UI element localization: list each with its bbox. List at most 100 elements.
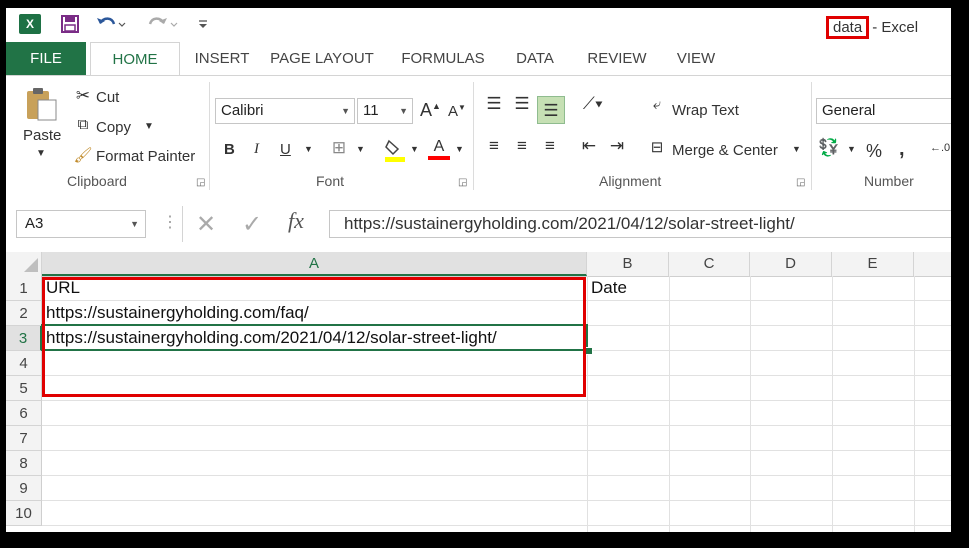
accounting-dropdown-icon[interactable]: ▼ [847,144,856,154]
orientation-icon[interactable]: ⟋▾ [578,94,608,114]
redo-icon[interactable] [146,12,180,36]
font-color-letter: A [433,138,445,155]
borders-dropdown-icon[interactable]: ▼ [356,144,365,154]
alignment-launcher-icon[interactable]: ◲ [796,177,805,188]
grow-font-button[interactable]: A▲ [420,100,441,121]
row-header[interactable]: 4 [6,351,42,376]
tab-view[interactable]: VIEW [672,42,720,76]
customize-toolbar-icon[interactable] [196,12,210,36]
row-header-selected[interactable]: 3 [6,326,42,351]
copy-dropdown-icon[interactable]: ▼ [144,121,154,132]
font-color-dropdown-icon[interactable]: ▼ [455,144,464,154]
font-group-label: Font [316,173,345,189]
tab-data[interactable]: DATA [513,42,557,76]
merge-center-icon[interactable]: ⊟ [646,138,668,156]
tab-file[interactable]: FILE [6,42,86,76]
paste-icon[interactable] [24,86,58,127]
shrink-font-button[interactable]: A▼ [448,103,466,120]
row-header[interactable]: 6 [6,401,42,426]
font-color-icon[interactable]: A [428,138,450,160]
row-header[interactable]: 8 [6,451,42,476]
grid-line [914,276,915,532]
grid-line [42,500,951,501]
font-size-select[interactable]: 11 ▼ [357,98,413,124]
paste-button[interactable]: Paste [23,127,61,144]
row-header[interactable]: 2 [6,301,42,326]
align-bottom-icon[interactable]: ☰ [537,96,565,124]
row-header[interactable]: 10 [6,501,42,526]
font-size-value: 11 [363,102,379,119]
select-all-corner[interactable] [6,252,42,276]
number-format-select[interactable]: General [816,98,951,124]
align-center-icon[interactable]: ≡ [511,136,533,156]
number-format-value: General [822,102,876,119]
copy-button[interactable]: Copy [96,119,131,136]
tab-insert[interactable]: INSERT [187,42,257,76]
ribbon-separator [811,82,812,190]
bold-button[interactable]: B [224,141,235,158]
merge-dropdown-icon[interactable]: ▼ [792,144,801,154]
row-header[interactable]: 1 [6,276,42,301]
wrap-text-button[interactable]: Wrap Text [672,102,739,119]
name-box-value: A3 [25,215,44,232]
column-header-e[interactable]: E [832,252,914,276]
row-header[interactable]: 5 [6,376,42,401]
format-painter-button[interactable]: Format Painter [96,148,195,165]
cell-b1[interactable]: Date [591,275,627,300]
copy-icon[interactable]: ⧉ [72,116,94,133]
cut-button[interactable]: Cut [96,89,119,106]
align-left-icon[interactable]: ≡ [483,136,505,156]
excel-window: X data - Excel FILE HOME INSERT PAGE LAY… [6,8,951,532]
tab-page-layout[interactable]: PAGE LAYOUT [269,42,375,76]
document-name: data [826,16,870,39]
format-painter-icon[interactable]: 🖌 [72,146,94,164]
column-header-f[interactable] [914,252,951,276]
alignment-group-label: Alignment [599,173,662,189]
borders-icon[interactable]: ⊞ [328,138,350,158]
cancel-icon[interactable]: ✕ [196,210,216,239]
underline-dropdown-icon[interactable]: ▼ [304,144,313,154]
comma-style-button[interactable]: , [899,138,905,161]
fill-color-dropdown-icon[interactable]: ▼ [410,144,419,154]
tab-home[interactable]: HOME [90,42,180,76]
merge-center-button[interactable]: Merge & Center [672,142,778,159]
insert-function-icon[interactable]: fx [288,208,304,234]
font-launcher-icon[interactable]: ◲ [458,177,467,188]
tab-review[interactable]: REVIEW [584,42,650,76]
undo-icon[interactable] [94,12,128,36]
clipboard-launcher-icon[interactable]: ◲ [196,177,205,188]
fill-handle[interactable] [585,347,593,355]
paste-dropdown-icon[interactable]: ▼ [36,148,46,159]
grid-line [587,276,588,532]
italic-button[interactable]: I [254,141,259,158]
ribbon-separator [473,82,474,190]
grid-line [669,276,670,532]
enter-icon[interactable]: ✓ [242,210,262,239]
row-header[interactable]: 9 [6,476,42,501]
align-top-icon[interactable]: ☰ [483,94,505,114]
decrease-indent-icon[interactable]: ⇤ [578,136,600,156]
grid-line [42,450,951,451]
percent-style-button[interactable]: % [866,141,882,162]
font-name-value: Calibri [221,102,264,119]
column-header-b[interactable]: B [587,252,669,276]
column-header-a[interactable]: A [42,252,587,276]
wrap-text-icon[interactable]: ⤶ [646,96,668,113]
increase-indent-icon[interactable]: ⇥ [606,136,628,156]
align-right-icon[interactable]: ≡ [539,136,561,156]
align-middle-icon[interactable]: ☰ [511,94,533,114]
cut-icon[interactable]: ✂ [72,86,94,106]
save-icon[interactable] [59,12,81,36]
tab-formulas[interactable]: FORMULAS [398,42,488,76]
accounting-format-icon[interactable]: 💱 [818,138,840,158]
font-name-select[interactable]: Calibri ▼ [215,98,355,124]
name-box[interactable]: A3 ▼ [16,210,146,238]
row-header[interactable]: 7 [6,426,42,451]
underline-button[interactable]: U [280,141,291,158]
shrink-font-icon: A [448,103,459,120]
formula-input[interactable]: https://sustainergyholding.com/2021/04/1… [329,210,951,238]
increase-decimal-icon[interactable]: ←.0 [930,142,950,154]
fill-color-icon[interactable] [384,138,406,167]
column-header-c[interactable]: C [669,252,750,276]
column-header-d[interactable]: D [750,252,832,276]
